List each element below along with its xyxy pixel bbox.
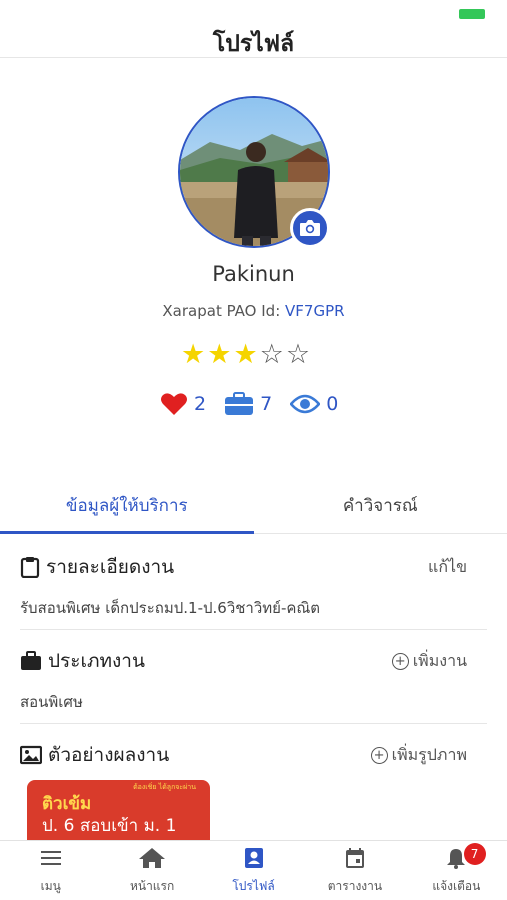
calendar-icon (345, 848, 364, 868)
views-stat: 0 (290, 393, 338, 415)
profile-name: Pakinun (212, 262, 295, 286)
stats-row: 2 7 0 (160, 392, 356, 416)
portfolio-title-text: ตัวอย่างผลงาน (48, 744, 170, 766)
pao-id-label: Xarapat PAO Id: (162, 302, 281, 320)
page-title: โปรไฟล์ (212, 31, 295, 57)
home-icon (139, 848, 166, 868)
profile-icon (244, 848, 263, 868)
sample-small-text: ต้องเชิ่ย ได้ลูกจะผ่าน (133, 783, 196, 791)
jobs-count: 7 (260, 393, 273, 415)
job-details-title-text: รายละเอียดงาน (46, 556, 175, 578)
star-empty-icon: ☆ (259, 339, 284, 370)
tabbar-item-schedule[interactable]: ตารางงาน (304, 841, 405, 900)
tab-reviews[interactable]: คำวิจารณ์ (254, 484, 507, 533)
views-count: 0 (326, 393, 339, 415)
image-icon (20, 745, 42, 765)
portfolio-section: ตัวอย่างผลงาน + เพิ่มรูปภาพ (20, 740, 487, 770)
tabbar-label: เมนู (40, 879, 61, 893)
profile-tabs: ข้อมูลผู้ให้บริการ คำวิจารณ์ (0, 484, 507, 534)
avatar-container (178, 96, 330, 248)
plus-circle-icon: + (391, 652, 409, 670)
tabbar-label: โปรไฟล์ (232, 879, 275, 893)
portfolio-title: ตัวอย่างผลงาน (20, 740, 169, 770)
add-job-label: เพิ่มงาน (412, 650, 467, 670)
tabbar-label: ตารางงาน (327, 879, 383, 893)
tabbar-item-profile[interactable]: โปรไฟล์ (203, 841, 304, 900)
divider (20, 723, 487, 724)
briefcase-icon (21, 651, 41, 670)
job-type-title: ประเภทงาน (20, 646, 145, 676)
tabbar-item-notifications[interactable]: 7 แจ้งเตือน (406, 841, 507, 900)
plus-circle-icon: + (370, 746, 388, 764)
job-type-body: สอนพิเศษ (20, 693, 83, 711)
star-filled-icon: ★ (181, 339, 206, 370)
star-empty-icon: ☆ (285, 339, 311, 370)
sample-line-2: ป. 6 สอบเข้า ม. 1 (42, 816, 177, 836)
job-details-body: รับสอนพิเศษ เด็กประถมป.1-ป.6วิชาวิทย์-คณ… (20, 599, 321, 617)
job-type-section: ประเภทงาน + เพิ่มงาน สอนพิเศษ (20, 646, 487, 714)
clipboard-icon (20, 557, 40, 578)
star-filled-icon: ★ (207, 339, 232, 370)
notification-badge: 7 (463, 843, 486, 865)
tab-provider-info[interactable]: ข้อมูลผู้ให้บริการ (0, 484, 254, 534)
jobs-stat: 7 (224, 392, 272, 416)
tabbar-label: แจ้งเตือน (432, 879, 481, 893)
eye-icon (290, 394, 321, 414)
job-type-title-text: ประเภทงาน (48, 650, 145, 672)
header: โปรไฟล์ (0, 0, 507, 58)
tabbar-item-home[interactable]: หน้าแรก (101, 841, 202, 900)
tabbar-item-menu[interactable]: เมนู (0, 841, 101, 900)
edit-job-details-button[interactable]: แก้ไข (428, 555, 467, 580)
likes-stat: 2 (160, 392, 206, 416)
heart-icon (161, 393, 187, 415)
job-details-title: รายละเอียดงาน (20, 552, 174, 582)
rating-stars: ★ ★ ★ ☆ ☆ (181, 340, 310, 370)
divider (20, 629, 487, 630)
pao-id-row: Xarapat PAO Id: VF7GPR (0, 302, 507, 320)
menu-icon (40, 851, 61, 865)
bottom-tab-bar: เมนู หน้าแรก โปรไฟล์ ตารางงาน 7 แจ้งเตือ… (0, 840, 507, 900)
likes-count: 2 (194, 393, 207, 415)
job-details-section: รายละเอียดงาน แก้ไข รับสอนพิเศษ เด็กประถ… (20, 552, 487, 620)
star-filled-icon: ★ (233, 339, 258, 370)
camera-icon (300, 220, 320, 236)
briefcase-icon (225, 392, 254, 415)
tabbar-label: หน้าแรก (129, 879, 175, 893)
pao-id-value: VF7GPR (285, 302, 345, 320)
add-image-button[interactable]: + เพิ่มรูปภาพ (370, 743, 467, 768)
add-job-button[interactable]: + เพิ่มงาน (391, 649, 467, 674)
add-image-label: เพิ่มรูปภาพ (391, 744, 467, 764)
change-photo-button[interactable] (290, 208, 330, 248)
